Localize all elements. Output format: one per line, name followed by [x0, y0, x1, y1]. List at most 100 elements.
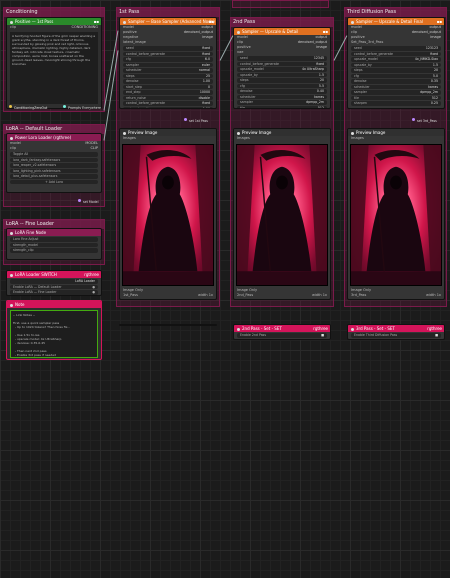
widget-row[interactable]: sharpen 0.25 [351, 101, 441, 106]
widget-row[interactable]: upscale_by 1.5 [237, 72, 327, 77]
widget-row[interactable]: denoise 0.35 [351, 79, 441, 84]
widget-row[interactable]: upscale_model 4x UltraSharp [237, 67, 327, 72]
switch-row[interactable]: Enable LoRA — Default Loader ● [10, 284, 98, 290]
set-pass-label[interactable]: set 1st Pass [189, 119, 208, 123]
widget-row[interactable]: tile 512 [351, 95, 441, 100]
input-clip[interactable]: clip [10, 146, 16, 151]
lora-switch-node[interactable]: LoRA Loader SWITCH rgthree LoRA Loader En… [6, 270, 102, 296]
node-menu-icon[interactable]: ▪▪ [323, 28, 328, 35]
sampler-node[interactable]: Sampler — Base Sampler (Advanced Node) ▪▪… [119, 17, 217, 109]
widget-row[interactable]: scheduler normal [123, 68, 213, 73]
widget-row[interactable]: noise_strength 1.00 [123, 106, 213, 108]
widget-row[interactable]: denoise 1.00 [123, 79, 213, 84]
widget-row[interactable]: cfg 6.0 [123, 57, 213, 62]
output-dot[interactable] [9, 105, 12, 108]
sampler-node[interactable]: Sampler — Upscale & Detail Final ▪▪ model o… [347, 17, 445, 109]
note-textarea[interactable]: -- Link Notes -- First, use a quick samp… [10, 310, 98, 358]
lora-fine-node[interactable]: LoRA Fine Node Lora Fine Adjust strength… [6, 228, 102, 260]
widget-row[interactable]: sampler dpmpp_2m [351, 90, 441, 95]
enable-row[interactable]: Enable 2nd Pass ■ [237, 333, 327, 338]
width-output[interactable]: width 1x [198, 293, 213, 298]
width-output[interactable]: width 1x [426, 293, 441, 298]
io-row[interactable]: Set_Pass_3rd_Pass [348, 40, 444, 45]
input-images[interactable]: Images [123, 136, 136, 141]
set-output[interactable]: 2nd_Pass [237, 293, 253, 298]
add-lora-button[interactable]: + Add Lora [10, 179, 98, 184]
fine-row[interactable]: strength_model [10, 242, 98, 247]
widget-row[interactable]: sampler dpmpp_2m [237, 100, 327, 105]
widget-row[interactable]: return_noise disable [123, 95, 213, 100]
widget-row[interactable]: seed 12345 [237, 56, 327, 61]
preview-node[interactable]: Preview Image Images Image Only 3rd_Pass… [347, 128, 445, 300]
lora-loader-node[interactable]: Power Lora Loader (rgthree) model MODEL c… [6, 133, 102, 193]
input-images[interactable]: Images [351, 136, 364, 141]
lora-row[interactable]: lora_detail_plus.safetensors [10, 174, 98, 179]
collapse-dot-icon[interactable] [351, 20, 354, 24]
widget-row[interactable]: control_before_generate fixed [123, 51, 213, 56]
node-graph-canvas[interactable]: Conditioning Positive — 1st Pass ▪▪ clip C… [0, 0, 450, 578]
output-dot[interactable] [184, 118, 187, 121]
lora-row[interactable]: lora_dark_fantasy.safetensors [10, 157, 98, 162]
fine-row[interactable]: Lora Fine Adjust [10, 237, 98, 242]
generated-image[interactable] [350, 144, 442, 286]
output-dot[interactable] [78, 199, 81, 202]
widget-row[interactable]: upscale_model 4x_NMKD-Siax [351, 57, 441, 62]
fine-row[interactable]: strength_clip [10, 248, 98, 253]
widget-row[interactable]: denoise 0.40 [237, 89, 327, 94]
node-menu-icon[interactable]: ▪▪ [437, 18, 442, 25]
output-dot[interactable] [412, 118, 415, 121]
toggle-icon[interactable]: ■ [435, 333, 438, 338]
collapse-dot-icon[interactable] [10, 136, 13, 140]
output-label-zero[interactable]: ConditioningZeroOut [14, 106, 47, 110]
widget-row[interactable]: steps 20 [237, 78, 327, 83]
toggle-icon[interactable]: ● [92, 290, 95, 295]
widget-row[interactable]: steps 20 [351, 68, 441, 73]
generated-image[interactable] [122, 144, 214, 286]
widget-row[interactable]: cfg 5.0 [351, 73, 441, 78]
collapse-dot-icon[interactable] [10, 303, 13, 307]
collapse-dot-icon[interactable] [351, 131, 354, 135]
collapse-dot-icon[interactable] [237, 327, 240, 331]
collapse-dot-icon[interactable] [237, 131, 240, 135]
lora-row[interactable]: Toggle All [10, 152, 98, 157]
widget-row[interactable]: cfg 5.5 [237, 83, 327, 88]
collapse-dot-icon[interactable] [123, 20, 126, 24]
set-output[interactable]: 3rd_Pass [351, 293, 366, 298]
toggle-icon[interactable]: ● [92, 285, 95, 290]
prompt-node[interactable]: Positive — 1st Pass ▪▪ clip CONDITIONING A… [6, 17, 102, 109]
collapse-dot-icon[interactable] [351, 327, 354, 331]
widget-row[interactable]: scheduler karras [237, 94, 327, 99]
generated-image[interactable] [236, 144, 328, 286]
sampler-node[interactable]: Sampler — Upscale & Detail ▪▪ model output c… [233, 27, 331, 109]
enable-row[interactable]: Enable Third Diffusion Pass ■ [351, 333, 441, 338]
enable-node[interactable]: 3rd Pass - Set - SET rgthree Enable Third… [347, 324, 445, 340]
widget-row[interactable]: upscale_by 1.5 [351, 62, 441, 67]
width-output[interactable]: width 1x [312, 293, 327, 298]
io-row[interactable]: latent_image [120, 40, 216, 45]
set-output[interactable]: 1st_Pass [123, 293, 138, 298]
widget-row[interactable]: seed fixed [123, 46, 213, 51]
collapse-dot-icon[interactable] [10, 20, 13, 24]
group-top-bar[interactable] [232, 0, 329, 8]
prompt-textarea[interactable]: A terrifying hooded figure of the grim r… [10, 32, 98, 104]
widget-row[interactable]: control_before_generate fixed [237, 61, 327, 66]
switch-row[interactable]: Enable LoRA — Fine Loader ● [10, 290, 98, 295]
widget-row[interactable]: tile 512 [237, 105, 327, 108]
collapse-dot-icon[interactable] [10, 231, 13, 235]
widget-row[interactable]: end_step 10000 [123, 90, 213, 95]
lora-row[interactable]: lora_lighting_pink.safetensors [10, 168, 98, 173]
io-row[interactable]: vae [234, 50, 330, 55]
switch-value[interactable]: LoRA Loader [10, 279, 98, 284]
widget-row[interactable]: control_before_generate fixed [351, 51, 441, 56]
output-clip[interactable]: CLIP [90, 146, 98, 151]
widget-row[interactable]: steps 25 [123, 73, 213, 78]
enable-node[interactable]: 2nd Pass - Set - SET rgthree Enable 2nd P… [233, 324, 331, 340]
input-images[interactable]: Images [237, 136, 250, 141]
widget-row[interactable]: start_step 0 [123, 84, 213, 89]
widget-row[interactable]: seed 123123 [351, 46, 441, 51]
note-node[interactable]: Note -- Link Notes -- First, use a quick… [6, 300, 102, 360]
node-menu-icon[interactable]: ▪▪ [94, 18, 99, 25]
toggle-icon[interactable]: ■ [321, 333, 324, 338]
preview-node[interactable]: Preview Image Images Image Only 2nd_Pass… [233, 128, 331, 300]
preview-node[interactable]: Preview Image Images Image Only 1st_Pass… [119, 128, 217, 300]
